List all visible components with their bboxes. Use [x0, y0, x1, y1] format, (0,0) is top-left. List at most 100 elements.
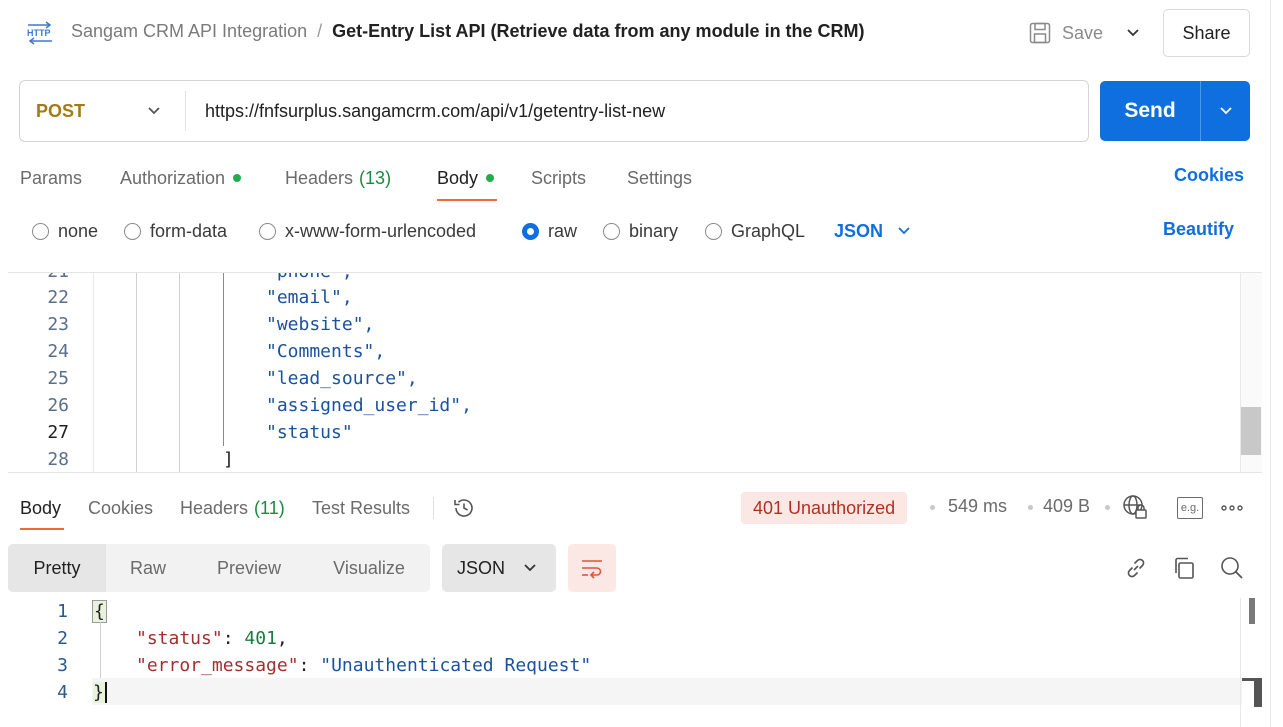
tab-authorization[interactable]: Authorization — [120, 165, 242, 191]
method-dropdown[interactable] — [142, 99, 166, 123]
request-name[interactable]: Get-Entry List API (Retrieve data from a… — [332, 21, 864, 42]
method-select[interactable]: POST — [36, 81, 85, 141]
wrap-lines-button[interactable] — [568, 544, 616, 592]
response-tab-test-results[interactable]: Test Results — [312, 496, 410, 520]
response-tab-cookies[interactable]: Cookies — [88, 496, 153, 520]
chevron-down-icon — [898, 227, 910, 235]
radio-form-data-label: form-data — [150, 220, 228, 241]
response-format-label: JSON — [457, 557, 506, 578]
save-icon — [1029, 22, 1051, 44]
active-tab-indicator — [437, 199, 497, 201]
radio-none-label: none — [58, 220, 99, 241]
more-options-icon[interactable] — [1220, 497, 1244, 519]
tab-params-label: Params — [20, 167, 83, 188]
radio-graphql[interactable]: GraphQL — [705, 218, 805, 244]
response-size[interactable]: 409 B — [1043, 496, 1090, 517]
breadcrumb-collection[interactable]: Sangam CRM API Integration — [71, 21, 307, 42]
radio-circle — [705, 222, 722, 240]
scrollbar-thumb[interactable] — [1249, 598, 1255, 624]
radio-binary-label: binary — [629, 220, 679, 241]
response-format-select[interactable]: JSON — [442, 544, 556, 592]
beautify-button[interactable]: Beautify — [1163, 219, 1234, 240]
status-dot-icon — [233, 174, 242, 182]
indent-guide — [100, 622, 101, 678]
chevron-down-icon — [1219, 107, 1232, 115]
link-icon[interactable] — [1123, 555, 1149, 581]
radio-binary[interactable]: binary — [603, 218, 678, 244]
line-number: 25 — [47, 368, 69, 389]
code-line: "email", — [266, 287, 353, 308]
tab-scripts-label: Scripts — [531, 167, 587, 188]
tab-divider — [433, 497, 434, 519]
json-comma: , — [276, 628, 288, 649]
tab-scripts[interactable]: Scripts — [531, 165, 586, 191]
http-icon: HTTP — [27, 21, 52, 45]
body-format-label: JSON — [834, 220, 884, 241]
response-tab-headers-count: (11) — [254, 497, 285, 518]
separator-dot — [1028, 505, 1033, 510]
body-format-select[interactable]: JSON — [834, 218, 911, 244]
line-number: 26 — [47, 395, 69, 416]
view-raw-button[interactable]: Raw — [106, 544, 190, 592]
radio-form-data[interactable]: form-data — [124, 218, 227, 244]
code-line: "phone", — [266, 273, 353, 282]
history-icon[interactable] — [451, 495, 477, 521]
response-tab-test-results-label: Test Results — [312, 497, 411, 518]
line-number: 1 — [57, 601, 68, 622]
tab-params[interactable]: Params — [20, 165, 82, 191]
response-time[interactable]: 549 ms — [948, 496, 1007, 517]
status-dot-icon — [486, 174, 495, 182]
radio-urlencoded[interactable]: x-www-form-urlencoded — [259, 218, 476, 244]
globe-lock-icon[interactable] — [1122, 494, 1148, 520]
radio-raw-label: raw — [548, 220, 578, 241]
send-label[interactable]: Send — [1100, 81, 1200, 141]
copy-icon[interactable] — [1171, 555, 1197, 581]
active-line-highlight — [92, 678, 1242, 705]
share-button[interactable]: Share — [1163, 9, 1250, 57]
save-label: Save — [1062, 22, 1104, 43]
radio-urlencoded-label: x-www-form-urlencoded — [285, 220, 477, 241]
view-pretty-button[interactable]: Pretty — [8, 544, 106, 592]
tab-headers[interactable]: Headers (13) — [285, 165, 391, 191]
radio-circle-selected — [522, 222, 539, 240]
radio-raw[interactable]: raw — [522, 218, 577, 244]
line-number-gutter: 21 22 23 24 25 26 27 28 — [8, 273, 94, 472]
examples-icon[interactable]: e.g. — [1177, 497, 1203, 519]
scrollbar-thumb[interactable] — [1241, 407, 1261, 455]
code-line: "lead_source", — [266, 368, 418, 389]
line-number: 3 — [57, 655, 68, 676]
tab-settings[interactable]: Settings — [627, 165, 692, 191]
view-visualize-button[interactable]: Visualize — [308, 544, 430, 592]
save-options-button[interactable] — [1120, 20, 1146, 46]
url-divider — [185, 91, 186, 131]
open-brace: { — [92, 600, 107, 623]
tab-settings-label: Settings — [627, 167, 693, 188]
json-line-status: "status": 401, — [136, 628, 288, 649]
separator-dot — [930, 505, 935, 510]
scrollbar-thumb[interactable] — [1254, 681, 1262, 707]
tab-headers-count: (13) — [359, 167, 392, 188]
radio-none[interactable]: none — [32, 218, 98, 244]
request-body-editor[interactable]: 21 22 23 24 25 26 27 28 "phone", "email"… — [8, 272, 1262, 473]
ellipsis-icon — [1221, 505, 1243, 511]
save-button[interactable]: Save — [1028, 19, 1103, 47]
response-tab-body[interactable]: Body — [20, 496, 61, 520]
code-line: ] — [223, 449, 234, 470]
cookies-link[interactable]: Cookies — [1174, 165, 1244, 186]
tab-body[interactable]: Body — [437, 165, 495, 191]
search-icon[interactable] — [1219, 555, 1245, 581]
send-button[interactable]: Send — [1100, 81, 1250, 141]
json-colon: : — [222, 628, 245, 649]
url-input[interactable] — [205, 81, 1075, 141]
response-tab-body-label: Body — [20, 497, 62, 518]
view-preview-button[interactable]: Preview — [190, 544, 308, 592]
code-line: "website", — [266, 314, 375, 335]
response-tab-headers[interactable]: Headers (11) — [180, 496, 285, 520]
send-options-button[interactable] — [1201, 81, 1250, 141]
status-badge[interactable]: 401 Unauthorized — [741, 492, 908, 524]
radio-circle — [124, 222, 141, 240]
json-number: 401 — [244, 628, 277, 649]
chevron-down-icon — [524, 564, 536, 572]
response-body-viewer[interactable]: 1 2 3 4 { "status": 401, "error_message"… — [8, 598, 1262, 727]
breadcrumb-separator: / — [317, 21, 323, 41]
